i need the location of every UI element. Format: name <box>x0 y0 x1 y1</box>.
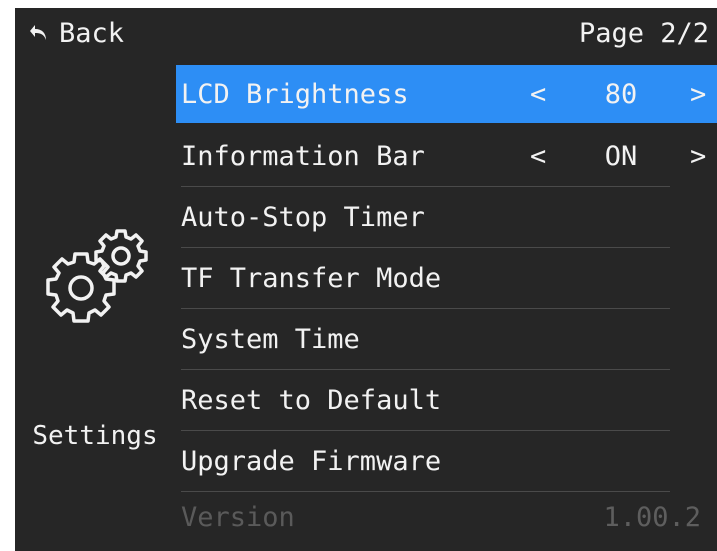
menu-item-label: Version <box>181 501 295 533</box>
menu-item-tf-transfer-mode[interactable]: TF Transfer Mode <box>176 248 717 309</box>
menu-item-information-bar[interactable]: Information Bar < ON > <box>176 126 717 187</box>
menu-item-version: Version 1.00.2 <box>176 492 717 542</box>
back-button[interactable]: Back <box>29 12 124 54</box>
menu-item-value: ON <box>604 141 638 172</box>
firmware-version-value: 1.00.2 <box>603 501 701 533</box>
back-arrow-icon <box>29 23 49 43</box>
menu-item-label: Reset to Default <box>181 385 442 416</box>
back-label: Back <box>59 17 125 49</box>
menu-item-upgrade-firmware[interactable]: Upgrade Firmware <box>176 431 717 492</box>
top-bar: Back Page 2/2 <box>15 8 717 58</box>
increase-arrow[interactable]: > <box>690 79 706 110</box>
menu-item-label: LCD Brightness <box>181 78 409 110</box>
decrease-arrow[interactable]: < <box>530 79 546 110</box>
decrease-arrow[interactable]: < <box>530 141 546 172</box>
menu-item-label: Information Bar <box>181 141 425 172</box>
sidebar: Settings <box>15 58 175 551</box>
sidebar-title: Settings <box>32 421 158 451</box>
menu-item-label: Upgrade Firmware <box>181 446 442 477</box>
menu-item-auto-stop-timer[interactable]: Auto-Stop Timer <box>176 187 717 248</box>
menu-item-label: TF Transfer Mode <box>181 263 442 294</box>
settings-menu: LCD Brightness < 80 > Information Bar < … <box>176 65 717 542</box>
device-screen: Back Page 2/2 Settings LCD Brightness < … <box>15 8 717 551</box>
menu-item-label: Auto-Stop Timer <box>181 202 425 233</box>
menu-item-system-time[interactable]: System Time <box>176 309 717 370</box>
increase-arrow[interactable]: > <box>690 141 706 172</box>
menu-item-label: System Time <box>181 324 360 355</box>
gears-icon <box>46 229 148 323</box>
menu-item-lcd-brightness[interactable]: LCD Brightness < 80 > <box>176 65 717 123</box>
menu-item-reset-to-default[interactable]: Reset to Default <box>176 370 717 431</box>
menu-item-value: 80 <box>604 78 638 110</box>
page-indicator: Page 2/2 <box>578 17 709 49</box>
